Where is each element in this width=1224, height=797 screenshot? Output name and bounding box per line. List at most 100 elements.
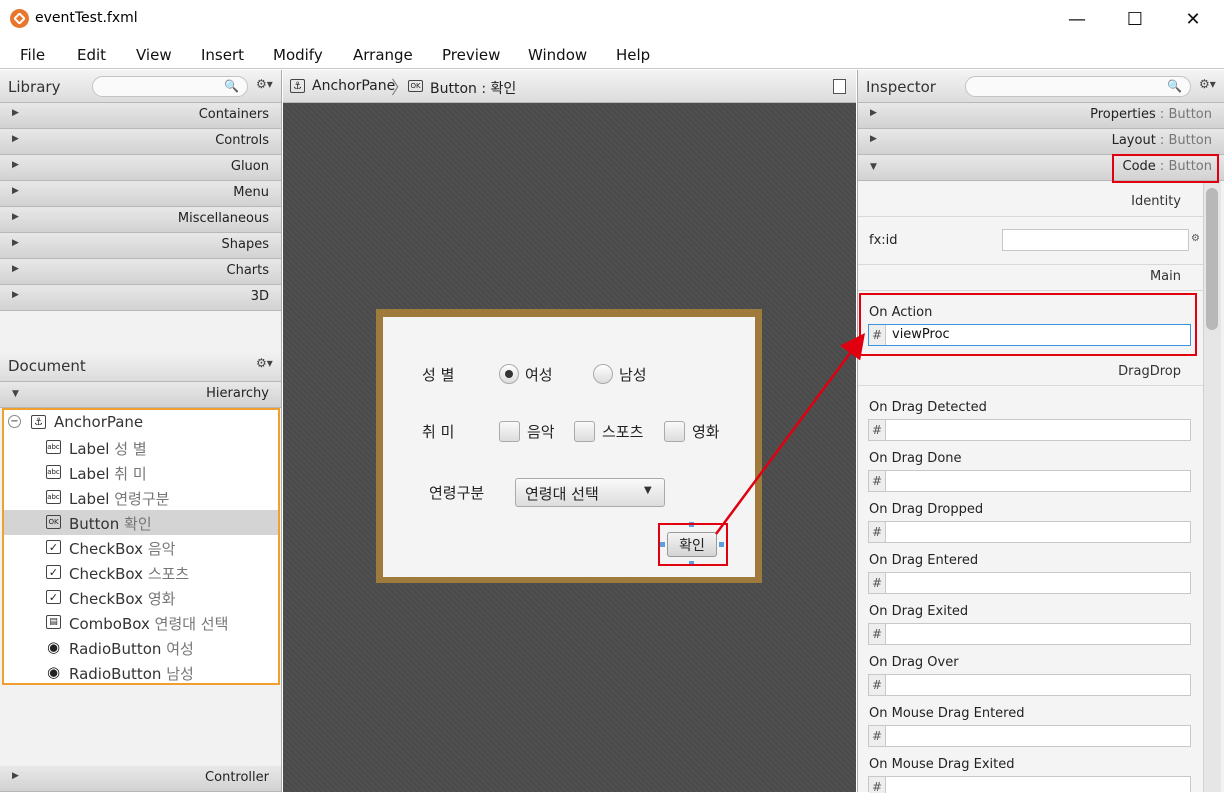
section-label: Menu — [233, 185, 269, 200]
age-combobox[interactable]: 연령대 선택 ▼ — [515, 478, 665, 507]
movie-checkbox-label: 영화 — [692, 423, 720, 441]
tree-type: Label — [69, 465, 110, 483]
properties-section[interactable]: ▶ Properties : Button — [858, 103, 1224, 129]
library-section-gluon[interactable]: ▶ Gluon — [0, 155, 281, 181]
label-icon: abc — [46, 440, 61, 454]
on-drag-exited-input[interactable]: # — [868, 623, 1191, 645]
tree-row[interactable]: abc Label 성 별 — [4, 435, 278, 460]
tree-type: CheckBox — [69, 590, 144, 608]
section-label: Layout : Button — [1112, 133, 1212, 148]
on-mouse-drag-entered-input[interactable]: # — [868, 725, 1191, 747]
menu-help[interactable]: Help — [616, 46, 650, 64]
button-icon: OK — [46, 515, 61, 529]
minimize-button[interactable]: — — [1048, 0, 1106, 38]
expand-arrow-icon: ▶ — [12, 108, 19, 118]
main-group-title: Main — [1149, 269, 1181, 284]
menu-arrange[interactable]: Arrange — [353, 46, 413, 64]
on-drag-detected-input[interactable]: # — [868, 419, 1191, 441]
menu-file[interactable]: File — [20, 46, 45, 64]
section-label: Miscellaneous — [177, 211, 269, 226]
menu-edit[interactable]: Edit — [77, 46, 106, 64]
menu-insert[interactable]: Insert — [201, 46, 244, 64]
hash-prefix: # — [869, 624, 886, 644]
menu-view[interactable]: View — [136, 46, 172, 64]
music-checkbox[interactable] — [499, 421, 520, 442]
document-gear-icon[interactable]: ⚙▾ — [256, 356, 273, 370]
fxid-gear-icon[interactable]: ⚙ — [1191, 233, 1200, 244]
section-label: Containers — [198, 107, 269, 122]
document-icon[interactable] — [833, 79, 846, 94]
checkbox-icon: ✓ — [46, 540, 61, 554]
library-section-shapes[interactable]: ▶ Shapes — [0, 233, 281, 259]
on-mouse-drag-exited-input[interactable]: # — [868, 776, 1191, 794]
layout-section[interactable]: ▶ Layout : Button — [858, 129, 1224, 155]
breadcrumb-separator-icon: 〉 — [391, 78, 409, 99]
tree-label: 연령대 선택 — [154, 615, 229, 633]
button-icon: OK — [408, 80, 423, 92]
library-section-controls[interactable]: ▶ Controls — [0, 129, 281, 155]
maximize-button[interactable]: ☐ — [1106, 0, 1164, 38]
tree-row-anchorpane[interactable]: − ⚓ AnchorPane — [4, 410, 278, 435]
inspector-search-input[interactable]: 🔍 — [965, 76, 1191, 97]
library-section-charts[interactable]: ▶ Charts — [0, 259, 281, 285]
breadcrumb-sep: : — [476, 81, 491, 97]
tree-row[interactable]: ✓ CheckBox 영화 — [4, 585, 278, 610]
anchorpane-icon: ⚓ — [290, 79, 305, 93]
controller-section[interactable]: ▶ Controller — [0, 766, 281, 792]
collapse-arrow-icon: ▼ — [870, 162, 877, 172]
library-section-3d[interactable]: ▶ 3D — [0, 285, 281, 311]
female-radio[interactable] — [499, 364, 519, 384]
tree-row[interactable]: abc Label 취 미 — [4, 460, 278, 485]
tree-type: ComboBox — [69, 615, 150, 633]
hierarchy-section[interactable]: ▼ Hierarchy — [0, 382, 281, 408]
collapse-icon[interactable]: − — [8, 415, 21, 428]
library-search-input[interactable]: 🔍 — [92, 76, 248, 97]
fxid-input[interactable] — [1002, 229, 1189, 251]
breadcrumb-root[interactable]: AnchorPane — [312, 78, 395, 94]
menu-modify[interactable]: Modify — [273, 46, 323, 64]
hash-prefix: # — [869, 675, 886, 695]
library-section-miscellaneous[interactable]: ▶ Miscellaneous — [0, 207, 281, 233]
window-title: eventTest.fxml — [35, 10, 138, 26]
close-button[interactable]: ✕ — [1164, 0, 1222, 38]
expand-arrow-icon: ▶ — [12, 212, 19, 222]
male-radio[interactable] — [593, 364, 613, 384]
checkbox-icon: ✓ — [46, 590, 61, 604]
document-title: Document — [8, 357, 86, 375]
tree-row[interactable]: ✓ CheckBox 스포츠 — [4, 560, 278, 585]
scrollbar-thumb[interactable] — [1206, 188, 1218, 330]
on-drag-done-input[interactable]: # — [868, 470, 1191, 492]
sports-checkbox[interactable] — [574, 421, 595, 442]
section-target: Button — [1168, 107, 1212, 122]
combobox-value: 연령대 선택 — [525, 485, 599, 503]
section-label: Gluon — [230, 159, 269, 174]
tree-type: RadioButton — [69, 640, 162, 658]
breadcrumb-current[interactable]: Button : 확인 — [430, 78, 516, 98]
library-gear-icon[interactable]: ⚙▾ — [256, 77, 273, 91]
on-drag-dropped-input[interactable]: # — [868, 521, 1191, 543]
female-radio-label: 여성 — [525, 366, 553, 384]
tree-row[interactable]: abc Label 연령구분 — [4, 485, 278, 510]
inspector-gear-icon[interactable]: ⚙▾ — [1199, 77, 1216, 91]
hierarchy-label: Hierarchy — [206, 386, 269, 401]
menu-window[interactable]: Window — [528, 46, 587, 64]
on-drag-entered-label: On Drag Entered — [869, 553, 979, 568]
tree-type: Label — [69, 490, 110, 508]
on-drag-over-input[interactable]: # — [868, 674, 1191, 696]
radio-icon: ◉ — [46, 663, 61, 681]
library-section-menu[interactable]: ▶ Menu — [0, 181, 281, 207]
expand-arrow-icon: ▶ — [870, 108, 877, 118]
tree-row[interactable]: ◉ RadioButton 여성 — [4, 635, 278, 660]
expand-arrow-icon: ▶ — [870, 134, 877, 144]
tree-row[interactable]: ▤ ComboBox 연령대 선택 — [4, 610, 278, 635]
tree-row-selected[interactable]: OK Button 확인 — [4, 510, 278, 535]
menu-preview[interactable]: Preview — [442, 46, 500, 64]
tree-row[interactable]: ◉ RadioButton 남성 — [4, 660, 278, 685]
on-drag-entered-input[interactable]: # — [868, 572, 1191, 594]
tree-label: 성 별 — [114, 440, 147, 458]
movie-checkbox[interactable] — [664, 421, 685, 442]
library-section-containers[interactable]: ▶ Containers — [0, 103, 281, 129]
hash-prefix: # — [869, 573, 886, 593]
hash-prefix: # — [869, 471, 886, 491]
tree-row[interactable]: ✓ CheckBox 음악 — [4, 535, 278, 560]
